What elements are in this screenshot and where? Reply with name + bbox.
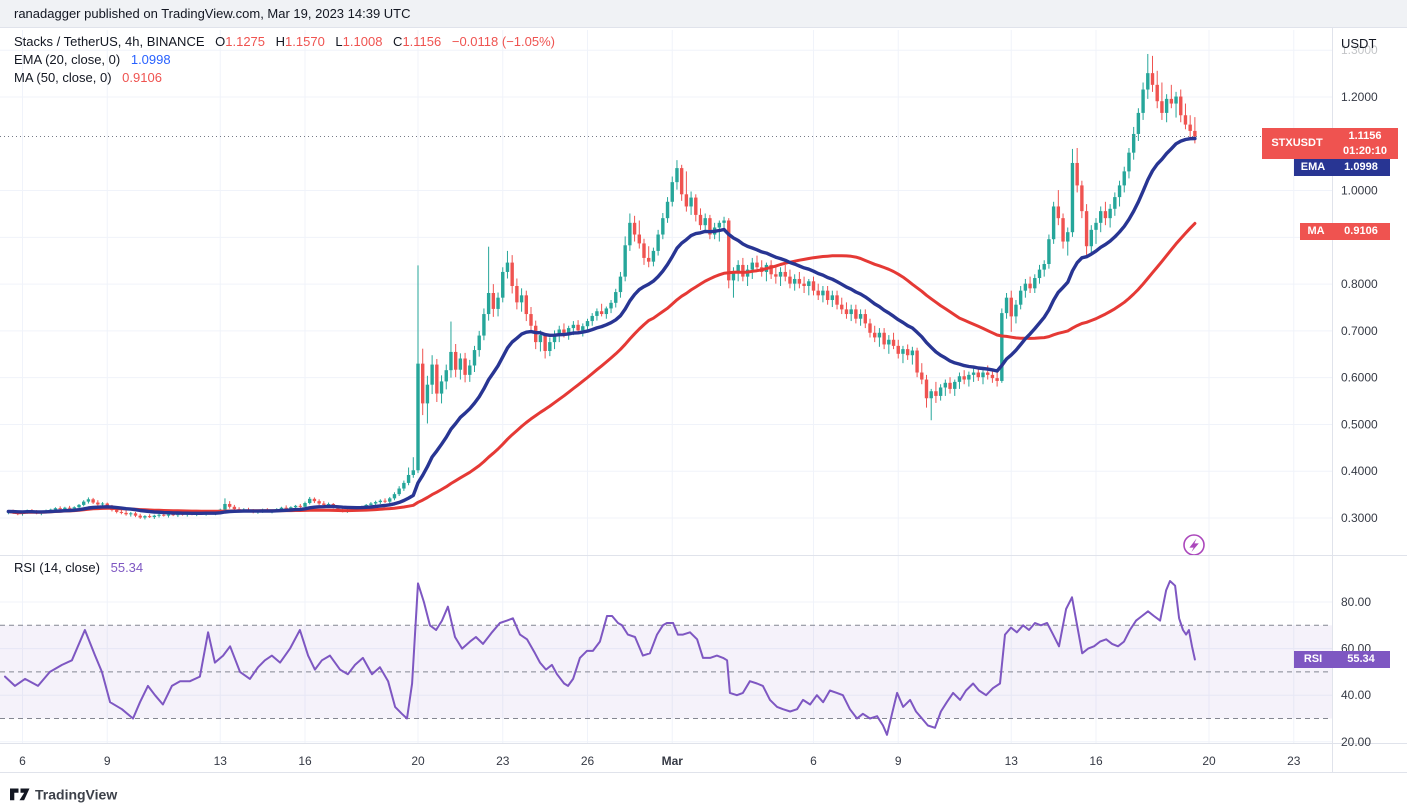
open-value: 1.1275 — [225, 34, 266, 49]
ema-name: EMA (20, close, 0) — [14, 52, 121, 67]
high-label: H — [275, 34, 286, 49]
ma-value: 0.9106 — [122, 70, 162, 85]
rsi-legend-row[interactable]: RSI (14, close) 55.34 — [14, 560, 143, 575]
symbol-title: Stacks / TetherUS, 4h, BINANCE — [14, 34, 205, 49]
change-value: −0.0118 (−1.05%) — [451, 34, 555, 49]
rsi-name: RSI (14, close) — [14, 560, 100, 575]
rsi-pane[interactable] — [0, 555, 1332, 743]
tradingview-logo-text: TradingView — [35, 787, 117, 803]
ma-name: MA (50, close, 0) — [14, 70, 112, 85]
last-price: 1.1156 — [1348, 130, 1382, 142]
bar-countdown: 01:20:10 — [1342, 145, 1388, 157]
main-price-pane[interactable] — [0, 28, 1332, 555]
ema-value: 1.0998 — [130, 52, 171, 67]
low-value: 1.1008 — [342, 34, 383, 49]
ma-price-badge: MA 0.9106 — [1300, 223, 1390, 240]
tradingview-logo-icon — [10, 788, 19, 801]
close-value: 1.1156 — [402, 34, 442, 49]
symbol-tag: STXUSDT — [1262, 128, 1332, 159]
ema-price: 1.0998 — [1332, 159, 1390, 176]
attribution-bar: ranadagger published on TradingView.com,… — [0, 0, 1407, 28]
time-axis[interactable] — [0, 743, 1332, 772]
ema-price-badge: EMA 1.0998 — [1294, 159, 1390, 176]
attribution-text: ranadagger published on TradingView.com,… — [14, 6, 411, 21]
rsi-tag: RSI — [1294, 651, 1332, 668]
low-label: L — [335, 34, 343, 49]
symbol-legend-row[interactable]: Stacks / TetherUS, 4h, BINANCE O1.1275 H… — [14, 33, 555, 51]
high-value: 1.1570 — [285, 34, 325, 49]
tradingview-logo[interactable]: TradingView — [10, 787, 117, 803]
rsi-price: 55.34 — [1332, 651, 1390, 668]
ema-legend-row[interactable]: EMA (20, close, 0) 1.0998 — [14, 51, 555, 69]
ma-tag: MA — [1300, 223, 1332, 240]
chart-widget: ranadagger published on TradingView.com,… — [0, 0, 1407, 810]
rsi-value-badge: RSI 55.34 — [1294, 651, 1390, 668]
open-label: O — [215, 34, 226, 49]
last-price-badge: STXUSDT 1.1156 01:20:10 — [1262, 128, 1398, 159]
main-legend[interactable]: Stacks / TetherUS, 4h, BINANCE O1.1275 H… — [14, 33, 555, 87]
ma-legend-row[interactable]: MA (50, close, 0) 0.9106 — [14, 69, 555, 87]
ema-tag: EMA — [1294, 159, 1332, 176]
rsi-value: 55.34 — [110, 560, 144, 575]
ma-price: 0.9106 — [1332, 223, 1390, 240]
